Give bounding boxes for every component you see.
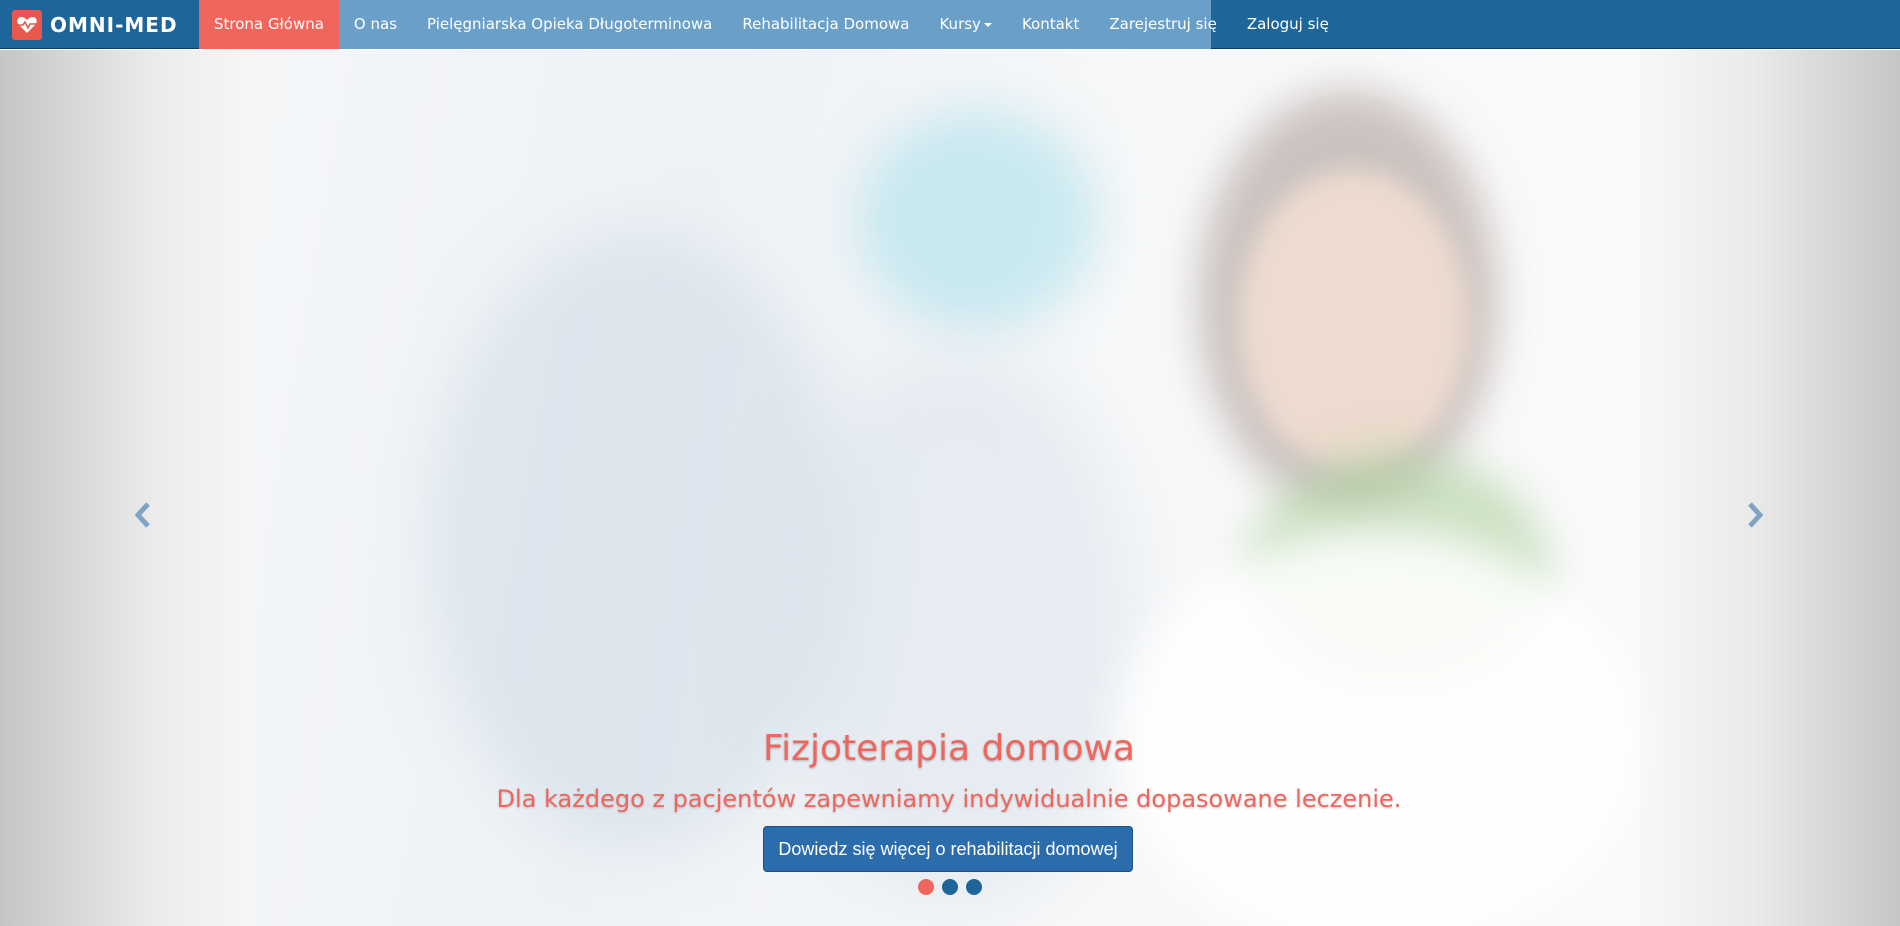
nav-item-register[interactable]: Zarejestruj się	[1094, 0, 1231, 49]
nav-item-courses-dropdown[interactable]: Kursy	[924, 0, 1006, 49]
nav-item-label: Pielęgniarska Opieka Długoterminowa	[427, 15, 713, 33]
chevron-left-icon	[134, 502, 150, 528]
nav-item-long-term-care[interactable]: Pielęgniarska Opieka Długoterminowa	[412, 0, 727, 49]
brand-logo-link[interactable]: OMNI-MED	[0, 0, 199, 49]
learn-more-rehabilitation-button[interactable]: Dowiedz się więcej o rehabilitacji domow…	[763, 826, 1133, 872]
carousel-indicator-2[interactable]	[942, 879, 958, 895]
slide-title: Fizjoterapia domowa	[763, 728, 1135, 769]
slide-subtitle: Dla każdego z pacjentów zapewniamy indyw…	[496, 785, 1402, 813]
carousel-indicator-1[interactable]	[918, 879, 934, 895]
caret-down-icon	[983, 22, 992, 27]
brand-name: OMNI-MED	[50, 12, 178, 37]
nav-item-label: Strona Główna	[214, 15, 324, 33]
nav-item-label: Zarejestruj się	[1109, 15, 1217, 33]
main-nav: Strona Główna O nas Pielęgniarska Opieka…	[199, 0, 1329, 49]
nav-item-home[interactable]: Strona Główna	[199, 0, 339, 49]
carousel-indicators	[0, 879, 1900, 895]
nav-item-login[interactable]: Zaloguj się	[1232, 0, 1344, 49]
nav-item-label: O nas	[353, 15, 398, 33]
top-navbar: OMNI-MED Strona Główna O nas Pielęgniars…	[0, 0, 1900, 49]
heart-pulse-icon	[12, 9, 42, 40]
nav-item-home-rehabilitation[interactable]: Rehabilitacja Domowa	[727, 0, 924, 49]
nav-item-label: Zaloguj się	[1246, 15, 1329, 33]
nav-item-about[interactable]: O nas	[339, 0, 412, 49]
nav-item-label: Kursy	[939, 15, 981, 33]
chevron-right-icon	[1748, 502, 1764, 528]
nav-item-label: Kontakt	[1021, 15, 1080, 33]
carousel-next-button[interactable]	[1740, 495, 1770, 535]
carousel-prev-button[interactable]	[128, 495, 158, 535]
nav-item-contact[interactable]: Kontakt	[1007, 0, 1094, 49]
hero-carousel: Fizjoterapia domowa Dla każdego z pacjen…	[0, 50, 1900, 926]
nav-item-label: Rehabilitacja Domowa	[742, 15, 910, 33]
carousel-indicator-3[interactable]	[966, 879, 982, 895]
